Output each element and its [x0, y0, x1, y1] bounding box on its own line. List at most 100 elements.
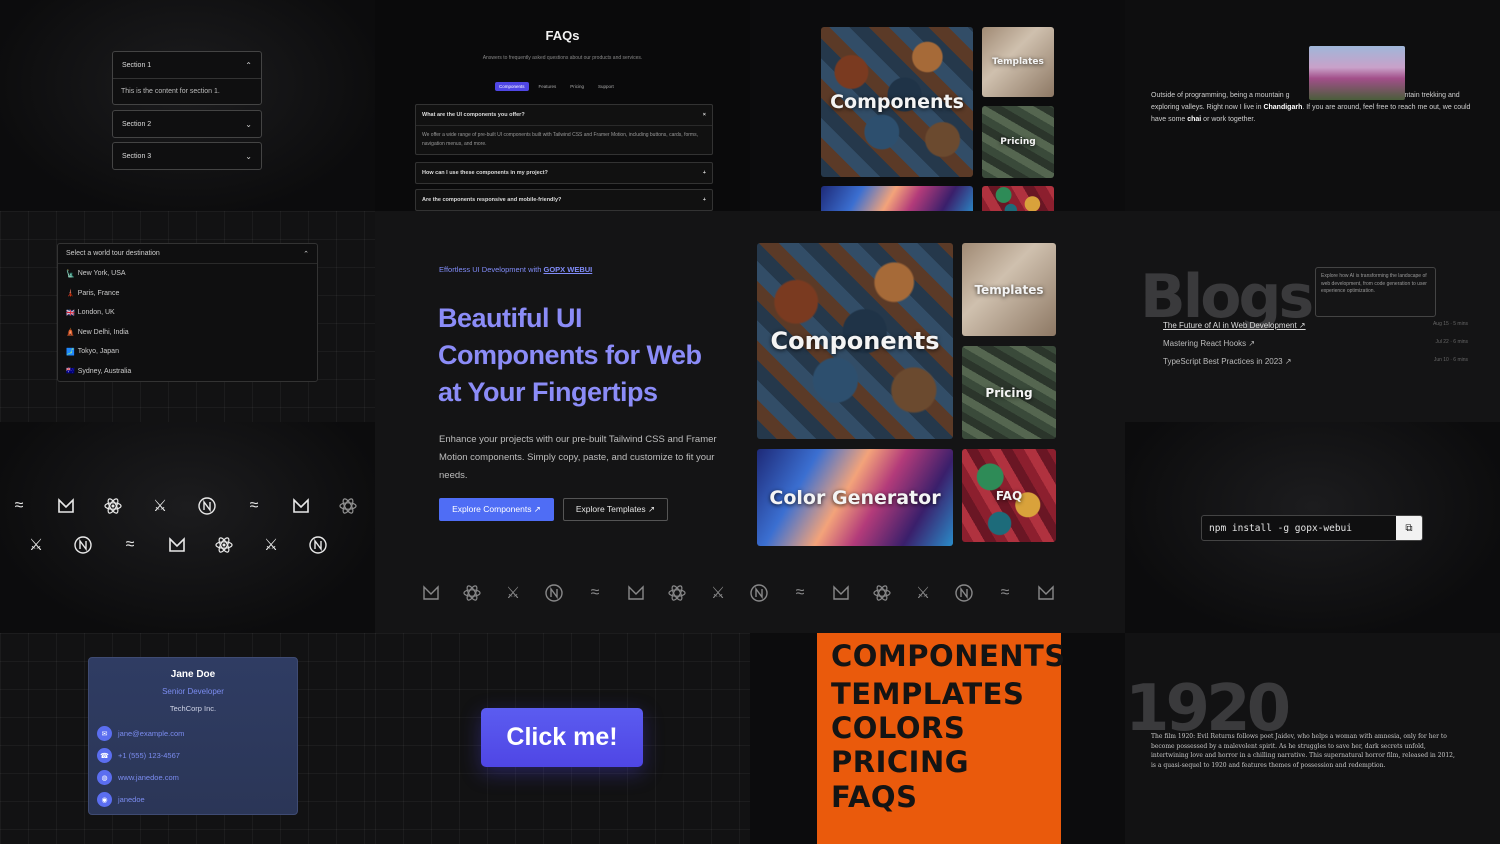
phone-icon: ☎: [97, 748, 112, 763]
destination-option[interactable]: 🇦🇺 Sydney, Australia: [58, 362, 317, 382]
chevron-up-icon: ⌃: [245, 60, 252, 70]
film-description: The film 1920: Evil Returns follows poet…: [1151, 733, 1455, 769]
copy-icon[interactable]: ⧉: [1396, 516, 1422, 540]
profile-handle[interactable]: janedoe: [118, 795, 145, 804]
tile-label: Color Generator: [769, 486, 941, 509]
profile-email[interactable]: jane@example.com: [118, 729, 184, 738]
accordion-header-1[interactable]: Section 1 ⌃: [113, 52, 261, 78]
tailwind-icon: ≈: [1000, 584, 1010, 601]
destination-option[interactable]: 🇬🇧 London, UK: [58, 303, 317, 323]
marquee-line[interactable]: FAQS: [831, 780, 917, 814]
blog-item[interactable]: TypeScript Best Practices in 2023 ↗ Jun 1…: [1163, 357, 1468, 366]
accordion-section-2[interactable]: Section 2 ⌄: [112, 110, 262, 138]
accordion-label: Section 2: [122, 120, 152, 128]
explore-components-button[interactable]: Explore Components ↗: [439, 498, 554, 521]
framer-icon: [420, 582, 442, 604]
blog-title[interactable]: The Future of AI in Web Development ↗: [1163, 321, 1306, 330]
framer-icon: [166, 534, 188, 556]
tailwind-icon: ≈: [795, 584, 805, 601]
chevron-down-icon: ⌄: [245, 151, 252, 161]
marquee-line[interactable]: COLORS: [831, 711, 965, 745]
react-icon: [102, 495, 124, 517]
accordion-section-1[interactable]: Section 1 ⌃ This is the content for sect…: [112, 51, 262, 105]
explore-templates-button[interactable]: Explore Templates ↗: [563, 498, 668, 521]
destination-select[interactable]: Select a world tour destination ⌃ 🗽 New Y…: [57, 243, 318, 382]
marquee-line[interactable]: COMPONENTS: [831, 639, 1066, 673]
plus-icon[interactable]: +: [703, 197, 706, 203]
faq-question[interactable]: What are the UI components you offer?: [422, 112, 525, 118]
about-city-link[interactable]: Chandigarh: [1263, 104, 1302, 111]
globe-icon: ◍: [97, 770, 112, 785]
npm-command[interactable]: npm install -g gopx-webui: [1202, 523, 1396, 534]
destination-select-header[interactable]: Select a world tour destination ⌃: [58, 244, 317, 264]
github-icon: ◉: [97, 792, 112, 807]
destination-option[interactable]: 🗾 Tokyo, Japan: [58, 342, 317, 362]
tab-pricing[interactable]: Pricing: [566, 82, 588, 91]
accordion-section-3[interactable]: Section 3 ⌄: [112, 142, 262, 170]
profile-phone-row[interactable]: ☎ +1 (555) 123-4567: [97, 748, 180, 763]
profile-website[interactable]: www.janedoe.com: [118, 773, 179, 782]
marquee-line[interactable]: TEMPLATES: [831, 677, 1024, 711]
faq-item[interactable]: How can I use these components in my pro…: [415, 162, 713, 184]
character-icon: ⚔: [152, 498, 168, 515]
tile-faq-partial[interactable]: [982, 186, 1054, 211]
faq-item[interactable]: What are the UI components you offer? × W…: [415, 104, 713, 155]
blog-title[interactable]: Mastering React Hooks ↗: [1163, 339, 1255, 348]
profile-email-row[interactable]: ✉ jane@example.com: [97, 726, 184, 741]
flag-icon: 🛕: [66, 329, 75, 337]
tab-features[interactable]: Features: [535, 82, 561, 91]
flag-icon: 🗼: [66, 290, 75, 298]
tile-templates[interactable]: Templates: [962, 243, 1056, 336]
mail-icon: ✉: [97, 726, 112, 741]
marquee-line[interactable]: PRICING: [831, 745, 969, 779]
tile-label: Components: [830, 91, 964, 113]
destination-option[interactable]: 🛕 New Delhi, India: [58, 323, 317, 343]
blog-item[interactable]: The Future of AI in Web Development ↗ Aug…: [1163, 321, 1468, 330]
hero-title-line: at Your Fingertips: [438, 377, 658, 407]
about-fragment: or work together.: [1203, 116, 1256, 123]
close-icon[interactable]: ×: [703, 112, 706, 118]
faq-title: FAQs: [545, 28, 580, 43]
blog-meta: Jul 22 · 6 mins: [1435, 339, 1468, 345]
hover-photo: [1309, 46, 1405, 100]
click-me-button[interactable]: Click me!: [481, 708, 643, 767]
framer-icon: [55, 495, 77, 517]
tile-pricing[interactable]: Pricing: [982, 106, 1054, 178]
faq-question[interactable]: How can I use these components in my pro…: [422, 170, 548, 176]
profile-website-row[interactable]: ◍ www.janedoe.com: [97, 770, 179, 785]
tile-pricing[interactable]: Pricing: [962, 346, 1056, 439]
destination-option[interactable]: 🗼 Paris, France: [58, 284, 317, 304]
showcase-collage: Section 1 ⌃ This is the content for sect…: [0, 0, 1500, 844]
blog-item[interactable]: Mastering React Hooks ↗ Jul 22 · 6 mins: [1163, 339, 1468, 348]
react-icon: [461, 582, 483, 604]
tile-label: Templates: [974, 282, 1044, 297]
hero-icon-strip: ⚔ ≈ ⚔ ≈ ⚔ ≈: [420, 582, 1057, 604]
tile-components[interactable]: Components: [821, 27, 973, 177]
destination-option[interactable]: 🗽 New York, USA: [58, 264, 317, 284]
tab-components[interactable]: Components: [495, 82, 529, 91]
option-label: Tokyo, Japan: [77, 348, 119, 356]
tile-color-generator[interactable]: Color Generator: [757, 449, 953, 546]
blog-title[interactable]: TypeScript Best Practices in 2023 ↗: [1163, 357, 1292, 366]
faq-question[interactable]: Are the components responsive and mobile…: [422, 197, 561, 203]
faq-tabs: Components Features Pricing Support: [495, 82, 618, 91]
tile-label: Templates: [992, 57, 1044, 67]
tile-color-generator-partial[interactable]: [821, 186, 973, 211]
plus-icon[interactable]: +: [703, 170, 706, 176]
eyebrow-text: Effortless UI Development with: [439, 265, 542, 274]
tile-faq[interactable]: FAQ: [962, 449, 1056, 542]
faq-item[interactable]: Are the components responsive and mobile…: [415, 189, 713, 211]
icon-marquee-row-1: ≈ ⚔ ≈: [8, 495, 359, 517]
profile-phone[interactable]: +1 (555) 123-4567: [118, 751, 180, 760]
tile-components[interactable]: Components: [757, 243, 953, 439]
profile-handle-row[interactable]: ◉ janedoe: [97, 792, 145, 807]
option-label: New York, USA: [77, 270, 126, 278]
tile-templates[interactable]: Templates: [982, 27, 1054, 97]
about-chai: chai: [1187, 116, 1202, 123]
accordion-panel: Section 1 ⌃ This is the content for sect…: [0, 0, 375, 211]
chevron-up-icon: ⌃: [303, 250, 309, 258]
tailwind-icon: ≈: [14, 497, 24, 514]
tailwind-icon: ≈: [125, 536, 135, 553]
brand-link[interactable]: GOPX WEBUI: [544, 265, 593, 274]
tab-support[interactable]: Support: [594, 82, 618, 91]
